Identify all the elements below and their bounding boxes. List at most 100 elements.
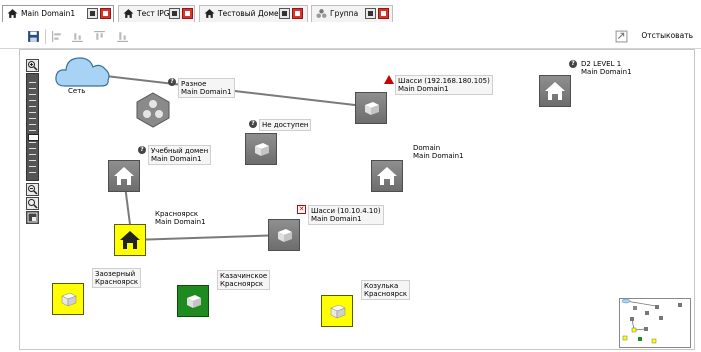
node-label: Козулька Красноярск bbox=[361, 280, 411, 300]
tab-group[interactable]: Группа bbox=[311, 5, 393, 22]
minimap-icon bbox=[27, 212, 38, 223]
node-label: Не доступен bbox=[259, 119, 312, 131]
house-icon bbox=[377, 167, 397, 185]
node-label: Разное Main Domain1 bbox=[178, 78, 235, 98]
tab-close-button[interactable] bbox=[378, 8, 389, 19]
status-unknown-icon: ? bbox=[249, 120, 257, 128]
device-node-kazachinskoe[interactable] bbox=[177, 285, 209, 317]
tab-float-button[interactable] bbox=[169, 8, 180, 19]
tab-label: Группа bbox=[330, 9, 359, 18]
tab-test-domain[interactable]: Тестовый Домен bbox=[199, 5, 308, 22]
device-node-ne-dostupen[interactable] bbox=[245, 133, 277, 165]
house-icon bbox=[204, 9, 215, 18]
link-line bbox=[131, 234, 285, 241]
group-node-raznoe[interactable] bbox=[135, 92, 171, 128]
status-unknown-icon: ? bbox=[168, 78, 176, 86]
cloud-icon bbox=[55, 57, 110, 87]
label-line2: Main Domain1 bbox=[581, 68, 632, 76]
server-icon bbox=[365, 102, 379, 115]
server-icon bbox=[255, 143, 269, 156]
minimap-view bbox=[621, 298, 682, 344]
node-label: Учебный домен Main Domain1 bbox=[148, 145, 212, 165]
house-icon bbox=[7, 9, 18, 18]
label-line1: D2 LEVEL 1 bbox=[581, 60, 622, 68]
tab-close-button[interactable] bbox=[182, 8, 193, 19]
house-icon bbox=[120, 231, 140, 249]
node-label: Шасси (192.168.180.105) Main Domain1 bbox=[395, 75, 493, 95]
undock-icon[interactable] bbox=[615, 30, 628, 43]
map-canvas[interactable]: Сеть ? Разное Main Domain1 Шасси (192.16… bbox=[19, 49, 695, 350]
zoom-out-icon bbox=[28, 185, 38, 195]
tab-close-button[interactable] bbox=[292, 8, 303, 19]
toolbar: Отстыковать bbox=[0, 24, 701, 49]
group-icon bbox=[136, 92, 170, 128]
minimap[interactable] bbox=[619, 298, 691, 348]
label-line1: Красноярск bbox=[155, 210, 199, 218]
label-line2: Красноярск bbox=[95, 278, 139, 286]
minimap-toggle-button[interactable] bbox=[26, 211, 39, 224]
network-cloud-node[interactable] bbox=[53, 50, 113, 90]
tab-label: Тестовый Домен bbox=[218, 9, 284, 18]
zoom-out-button[interactable] bbox=[26, 183, 39, 196]
label-line2: Main Domain1 bbox=[311, 215, 362, 223]
label-line2: Main Domain1 bbox=[155, 218, 206, 226]
server-icon bbox=[61, 292, 77, 307]
domain-node-uchebny[interactable] bbox=[108, 160, 140, 192]
tab-main-domain1[interactable]: Main Domain1 bbox=[2, 5, 114, 22]
zoom-ticks bbox=[29, 77, 36, 177]
node-label: D2 LEVEL 1 Main Domain1 bbox=[579, 59, 634, 77]
zoom-fit-button[interactable] bbox=[26, 197, 39, 210]
tab-label: Main Domain1 bbox=[21, 9, 76, 18]
zoom-panel bbox=[26, 59, 39, 229]
server-icon bbox=[330, 304, 346, 319]
status-error-icon: ✕ bbox=[297, 205, 306, 214]
align-top-icon[interactable] bbox=[93, 30, 106, 43]
node-label: Казачинское Красноярск bbox=[217, 270, 271, 290]
label-line1: Шасси (192.168.180.105) bbox=[398, 77, 490, 85]
zoom-slider[interactable] bbox=[26, 73, 39, 181]
align-left-icon[interactable] bbox=[51, 30, 64, 43]
label-line2: Main Domain1 bbox=[181, 88, 232, 96]
zoom-fit-icon bbox=[28, 199, 38, 209]
align-bottom-icon[interactable] bbox=[71, 30, 84, 43]
tab-test-ipg[interactable]: Тест IPG bbox=[118, 5, 195, 22]
tab-bar: Main Domain1 Тест IPG Тестовый Домен Гру… bbox=[0, 0, 701, 24]
device-node-kozulka[interactable] bbox=[321, 295, 353, 327]
save-icon[interactable] bbox=[27, 30, 40, 43]
node-label: Заозерный Красноярск bbox=[92, 268, 142, 288]
zoom-slider-thumb[interactable] bbox=[28, 134, 39, 141]
tab-close-button[interactable] bbox=[100, 8, 111, 19]
domain-node-domain[interactable] bbox=[371, 160, 403, 192]
tab-float-button[interactable] bbox=[87, 8, 98, 19]
node-label: Шасси (10.10.4.10) Main Domain1 bbox=[308, 205, 384, 225]
node-label: Domain Main Domain1 bbox=[411, 143, 466, 161]
tab-float-button[interactable] bbox=[279, 8, 290, 19]
tab-float-button[interactable] bbox=[365, 8, 376, 19]
label-line2: Main Domain1 bbox=[398, 85, 449, 93]
house-icon bbox=[114, 167, 134, 185]
node-label: Красноярск Main Domain1 bbox=[153, 209, 208, 227]
label-line1: Не доступен bbox=[262, 121, 309, 129]
undock-button[interactable]: Отстыковать bbox=[641, 31, 693, 40]
label-line2: Красноярск bbox=[220, 280, 264, 288]
label-line2: Красноярск bbox=[364, 290, 408, 298]
house-icon bbox=[545, 82, 565, 100]
status-warning-icon bbox=[384, 75, 394, 84]
tab-label: Тест IPG bbox=[137, 9, 170, 18]
house-icon bbox=[123, 9, 134, 18]
label-line1: Шасси (10.10.4.10) bbox=[311, 207, 381, 215]
device-node-zaozerny[interactable] bbox=[52, 283, 84, 315]
align-middle-icon[interactable] bbox=[116, 30, 129, 43]
server-icon bbox=[187, 295, 201, 308]
label-line1: Козулька bbox=[364, 282, 399, 290]
zoom-in-button[interactable] bbox=[26, 59, 39, 72]
device-node-shassi-192[interactable] bbox=[355, 92, 387, 124]
label-line1: Заозерный bbox=[95, 270, 136, 278]
domain-node-krasnoyarsk[interactable] bbox=[114, 224, 146, 256]
group-icon bbox=[316, 9, 327, 18]
domain-node-d2-level-1[interactable] bbox=[539, 75, 571, 107]
label-line2: Main Domain1 bbox=[413, 152, 464, 160]
node-label: Сеть bbox=[68, 87, 86, 95]
status-unknown-icon: ? bbox=[138, 146, 146, 154]
device-node-shassi-10[interactable] bbox=[268, 219, 300, 251]
